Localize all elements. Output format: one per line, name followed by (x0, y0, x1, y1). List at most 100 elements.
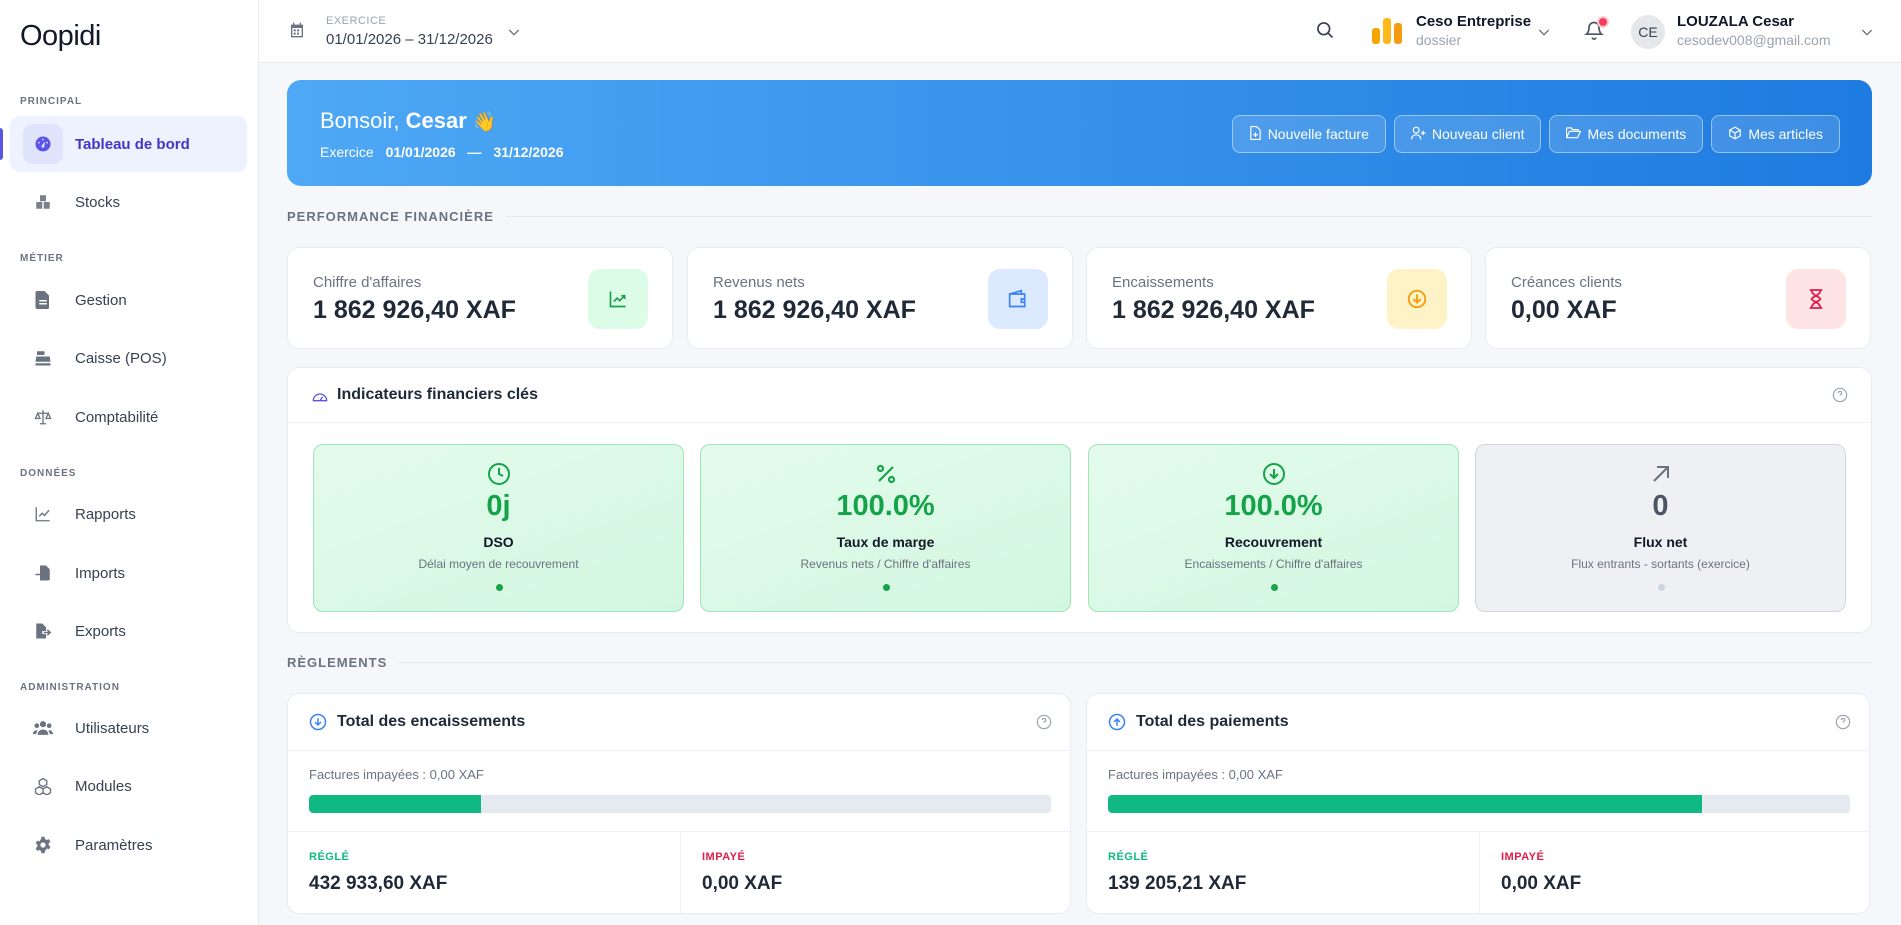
sidebar-item-utilisateurs[interactable]: Utilisateurs (10, 700, 247, 756)
notification-badge (1597, 16, 1609, 28)
trending-up-icon (588, 269, 648, 329)
unpaid-label: IMPAYÉ (1501, 851, 1545, 863)
exercise-selector[interactable]: 01/01/2026 – 31/12/2026 (326, 31, 493, 48)
kpi-label: Créances clients (1511, 274, 1622, 291)
indicator-value: 0j (486, 490, 511, 522)
indicator-name: Recouvrement (1224, 534, 1323, 550)
wave-emoji: 👋 (472, 112, 497, 133)
sidebar-item-label: Paramètres (75, 836, 153, 854)
new-client-button[interactable]: Nouveau client (1393, 115, 1542, 153)
indicator-value: 100.0% (1224, 490, 1323, 522)
gauge-icon (312, 389, 328, 408)
clock-icon (314, 462, 683, 491)
users-icon (23, 708, 63, 748)
file-plus-icon (1249, 125, 1262, 143)
sidebar: Oopidi PRINCIPAL Tableau de bord Stocks … (0, 0, 259, 925)
greeting-text: Bonsoir, (320, 108, 400, 133)
wallet-icon (988, 269, 1048, 329)
gear-icon (23, 825, 63, 865)
panel-header: Indicateurs financiers clés (288, 368, 1871, 423)
key-indicators-panel: Indicateurs financiers clés 0j DSO Délai… (287, 367, 1872, 633)
sidebar-item-label: Imports (75, 564, 126, 582)
arrow-down-circle-icon (309, 713, 327, 736)
progress-bar (1108, 795, 1850, 813)
avatar[interactable]: CE (1631, 15, 1665, 49)
kpi-value: 1 862 926,40 XAF (1112, 296, 1315, 324)
my-articles-button[interactable]: Mes articles (1711, 115, 1840, 153)
help-icon[interactable] (1835, 714, 1851, 735)
section-title-text: RÈGLEMENTS (287, 655, 388, 670)
topbar: EXERCICE 01/01/2026 – 31/12/2026 Ceso En… (259, 0, 1901, 63)
user-name[interactable]: LOUZALA Cesar (1677, 13, 1794, 30)
sidebar-item-caisse[interactable]: Caisse (POS) (10, 330, 247, 386)
sidebar-item-comptabilite[interactable]: Comptabilité (10, 389, 247, 445)
banner-exercise-end: 31/12/2026 (493, 144, 564, 160)
cash-register-icon (23, 338, 63, 378)
cubes-icon (23, 766, 63, 806)
my-documents-button[interactable]: Mes documents (1549, 115, 1704, 153)
sidebar-item-stocks[interactable]: Stocks (10, 174, 247, 230)
unpaid-value: 0,00 XAF (1501, 873, 1582, 894)
unpaid-value: 0,00 XAF (702, 873, 783, 894)
panel-footer: RÉGLÉ 432 933,60 XAF IMPAYÉ 0,00 XAF (288, 831, 1070, 913)
app-logo[interactable]: Oopidi (20, 20, 101, 53)
indicator-card-recovery: 100.0% Recouvrement Encaissements / Chif… (1088, 444, 1459, 612)
section-divider (399, 662, 1872, 663)
indicator-card-dso: 0j DSO Délai moyen de recouvrement (313, 444, 684, 612)
help-icon[interactable] (1832, 387, 1848, 408)
indicator-name: Flux net (1633, 534, 1688, 550)
chevron-down-icon[interactable] (506, 24, 522, 45)
indicator-name: Taux de marge (836, 534, 935, 550)
quick-actions: Nouvelle facture Nouveau client Mes docu… (1231, 115, 1840, 153)
sidebar-item-label: Utilisateurs (75, 719, 150, 737)
indicator-card-net-flow: 0 Flux net Flux entrants - sortants (exe… (1475, 444, 1846, 612)
sidebar-item-label: Caisse (POS) (75, 349, 167, 367)
chevron-down-icon[interactable] (1859, 24, 1875, 45)
progress-fill (1108, 795, 1702, 813)
sidebar-item-gestion[interactable]: Gestion (10, 272, 247, 328)
greeting-name: Cesar (405, 108, 467, 133)
kpi-label: Revenus nets (713, 274, 805, 291)
sidebar-item-modules[interactable]: Modules (10, 758, 247, 814)
kpi-value: 0,00 XAF (1511, 296, 1617, 324)
sidebar-item-imports[interactable]: Imports (10, 545, 247, 601)
section-title-metier: MÉTIER (20, 253, 64, 264)
sidebar-item-exports[interactable]: Exports (10, 603, 247, 659)
banner-exercise-sep: — (467, 144, 482, 160)
unpaid-invoices-text: Factures impayées : 0,00 XAF (309, 767, 484, 782)
sidebar-item-rapports[interactable]: Rapports (10, 486, 247, 542)
settled-value: 432 933,60 XAF (309, 873, 448, 894)
unpaid-cell: IMPAYÉ 0,00 XAF (1479, 832, 1869, 913)
percent-icon (701, 462, 1070, 491)
search-icon[interactable] (1315, 20, 1335, 45)
progress-fill (309, 795, 482, 813)
indicator-card-margin: 100.0% Taux de marge Revenus nets / Chif… (700, 444, 1071, 612)
new-invoice-button[interactable]: Nouvelle facture (1231, 115, 1386, 153)
indicator-description: Encaissements / Chiffre d'affaires (1184, 557, 1363, 571)
section-title-principal: PRINCIPAL (20, 96, 83, 107)
sidebar-item-dashboard[interactable]: Tableau de bord (0, 116, 247, 172)
help-icon[interactable] (1036, 714, 1052, 735)
unpaid-cell: IMPAYÉ 0,00 XAF (680, 832, 1070, 913)
sidebar-item-parametres[interactable]: Paramètres (10, 817, 247, 873)
hourglass-icon (1786, 269, 1846, 329)
progress-bar (309, 795, 1051, 813)
panel-title: Total des paiements (1136, 713, 1289, 730)
arrow-up-right-icon (1476, 462, 1845, 491)
kpi-value: 1 862 926,40 XAF (313, 296, 516, 324)
sidebar-item-label: Gestion (75, 291, 127, 309)
app-root: Oopidi PRINCIPAL Tableau de bord Stocks … (0, 0, 1901, 925)
chevron-down-icon[interactable] (1536, 24, 1552, 45)
folder-open-icon (1566, 126, 1582, 142)
indicator-description: Délai moyen de recouvrement (418, 557, 579, 571)
company-logo-icon[interactable] (1369, 12, 1405, 48)
new-client-label: Nouveau client (1431, 126, 1525, 142)
kpi-label: Chiffre d'affaires (313, 274, 422, 291)
company-name[interactable]: Ceso Entreprise (1416, 13, 1531, 30)
unpaid-label: IMPAYÉ (702, 851, 746, 863)
panel-header: Total des encaissements (288, 694, 1070, 751)
company-subtitle: dossier (1416, 32, 1462, 48)
arrow-up-circle-icon (1108, 713, 1126, 736)
kpi-card-collections: Encaissements 1 862 926,40 XAF (1086, 247, 1472, 349)
my-articles-label: Mes articles (1748, 126, 1823, 142)
